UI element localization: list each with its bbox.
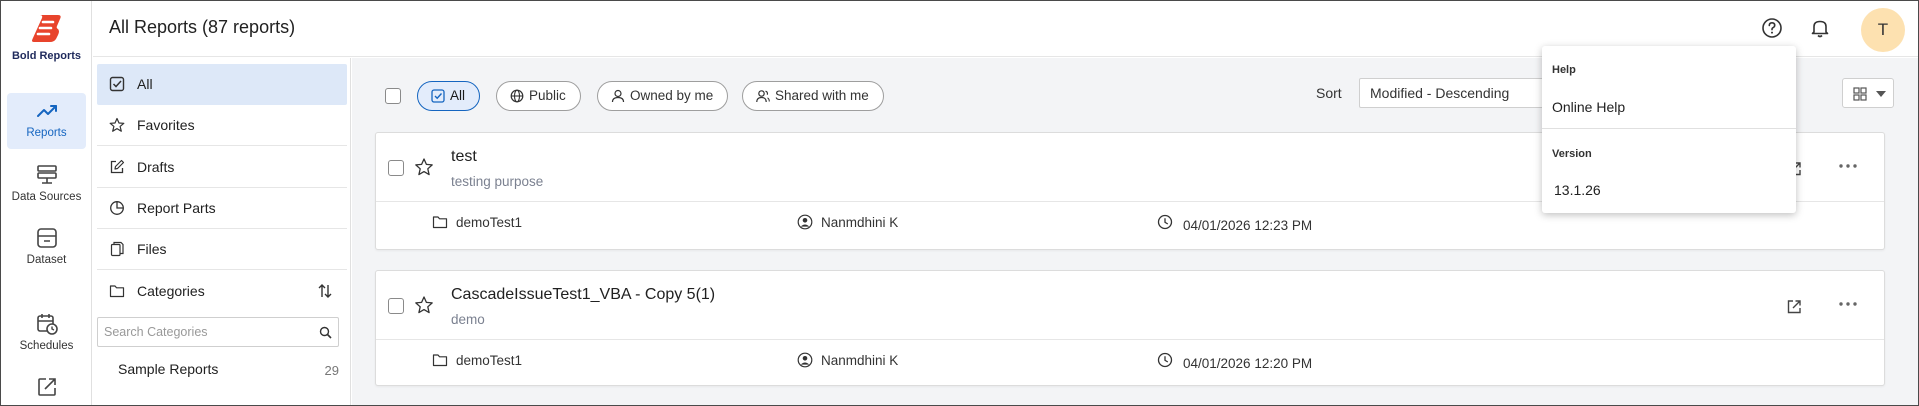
report-select-checkbox[interactable] bbox=[388, 160, 404, 176]
report-title[interactable]: test bbox=[451, 148, 477, 166]
sidebar-item-label: Favorites bbox=[137, 117, 195, 133]
files-icon bbox=[110, 241, 124, 257]
sidebar-item-drafts[interactable]: Drafts bbox=[97, 147, 347, 188]
folder-icon bbox=[432, 216, 448, 229]
report-card[interactable]: CascadeIssueTest1_VBA - Copy 5(1) demo d… bbox=[375, 270, 1885, 386]
favorite-star-icon[interactable] bbox=[414, 295, 434, 315]
user-avatar[interactable]: T bbox=[1861, 8, 1905, 52]
rail-item-label: Data Sources bbox=[11, 191, 82, 203]
folder-icon bbox=[109, 285, 125, 298]
sidebar-item-label: Files bbox=[137, 241, 167, 257]
folder-icon bbox=[432, 354, 448, 367]
sidebar-item-label: Report Parts bbox=[137, 200, 216, 216]
report-title[interactable]: CascadeIssueTest1_VBA - Copy 5(1) bbox=[451, 286, 715, 304]
online-help-link[interactable]: Online Help bbox=[1552, 99, 1625, 115]
more-options-icon[interactable] bbox=[1836, 295, 1860, 313]
schedules-icon bbox=[36, 314, 58, 335]
version-number: 13.1.26 bbox=[1554, 182, 1601, 198]
caret-down-icon bbox=[1876, 91, 1886, 97]
star-icon bbox=[109, 117, 125, 132]
view-toggle-dropdown[interactable] bbox=[1842, 78, 1894, 108]
user-icon bbox=[611, 89, 625, 103]
favorite-star-icon[interactable] bbox=[414, 157, 434, 177]
owner-name: Nanmdhini K bbox=[821, 353, 899, 368]
export-icon bbox=[37, 378, 56, 396]
rail-item-dataset[interactable]: Dataset bbox=[7, 220, 86, 276]
select-all-checkbox[interactable] bbox=[385, 88, 401, 104]
filter-chip-owned-by-me[interactable]: Owned by me bbox=[597, 81, 729, 111]
report-sidebar: All Favorites Drafts Report Parts Files … bbox=[93, 58, 351, 405]
app-window: Bold Reports Reports Data Sources Datase… bbox=[0, 0, 1919, 406]
filter-chip-all[interactable]: All bbox=[417, 81, 481, 111]
reports-trend-icon bbox=[36, 105, 57, 117]
modified-date: 04/01/2026 12:23 PM bbox=[1183, 218, 1313, 233]
data-sources-icon bbox=[36, 165, 57, 184]
rail-item-data-sources[interactable]: Data Sources bbox=[7, 157, 86, 213]
sidebar-item-label: Categories bbox=[137, 283, 205, 299]
report-description: demo bbox=[451, 312, 485, 327]
checkbox-icon bbox=[109, 76, 125, 92]
grid-view-icon bbox=[1853, 87, 1867, 101]
owner-name: Nanmdhini K bbox=[821, 215, 899, 230]
pie-chart-icon bbox=[110, 201, 124, 215]
rail-item-label: Dataset bbox=[26, 254, 67, 266]
users-icon bbox=[756, 90, 770, 103]
category-name: demoTest1 bbox=[456, 353, 523, 368]
rail-item-label: Schedules bbox=[19, 340, 74, 352]
chip-label: All bbox=[450, 88, 466, 103]
sidebar-item-favorites[interactable]: Favorites bbox=[97, 105, 347, 146]
chip-label: Owned by me bbox=[630, 88, 714, 103]
report-description: testing purpose bbox=[451, 174, 544, 189]
filter-chip-public[interactable]: Public bbox=[496, 81, 581, 111]
sidebar-item-label: Drafts bbox=[137, 159, 175, 175]
rail-item-label: Reports bbox=[26, 127, 67, 139]
category-name: Sample Reports bbox=[118, 361, 219, 377]
report-select-checkbox[interactable] bbox=[388, 298, 404, 314]
rail-item-export[interactable] bbox=[7, 369, 86, 405]
card-divider bbox=[376, 339, 1884, 340]
brand-name: Bold Reports bbox=[11, 50, 82, 62]
user-circle-icon bbox=[797, 214, 813, 230]
help-menu-popup: Help Online Help Version 13.1.26 bbox=[1542, 46, 1796, 213]
category-item-sample-reports[interactable]: Sample Reports 29 bbox=[97, 354, 347, 386]
user-circle-icon bbox=[797, 352, 813, 368]
page-title: All Reports (87 reports) bbox=[109, 17, 296, 37]
open-external-icon[interactable] bbox=[1785, 298, 1803, 316]
globe-icon bbox=[510, 89, 524, 103]
sidebar-item-files[interactable]: Files bbox=[97, 229, 347, 270]
sort-categories-icon[interactable] bbox=[316, 282, 334, 300]
checkbox-icon bbox=[431, 89, 445, 103]
clock-icon bbox=[1157, 352, 1173, 368]
help-heading: Help bbox=[1552, 64, 1576, 76]
help-icon[interactable] bbox=[1759, 15, 1785, 41]
chip-label: Public bbox=[529, 88, 566, 103]
sidebar-item-label: All bbox=[137, 76, 153, 92]
category-search-input[interactable] bbox=[104, 323, 304, 341]
notification-bell-icon[interactable] bbox=[1807, 15, 1833, 41]
category-name: demoTest1 bbox=[456, 215, 523, 230]
search-icon[interactable] bbox=[319, 326, 332, 339]
sort-label: Sort bbox=[1316, 85, 1342, 101]
dataset-icon bbox=[36, 228, 57, 248]
clock-icon bbox=[1157, 214, 1173, 230]
category-search-box bbox=[97, 317, 339, 347]
chip-label: Shared with me bbox=[775, 88, 869, 103]
category-count: 29 bbox=[324, 363, 339, 378]
rail-item-schedules[interactable]: Schedules bbox=[7, 306, 86, 362]
edit-icon bbox=[110, 159, 125, 174]
sidebar-item-categories[interactable]: Categories bbox=[97, 271, 347, 312]
menu-divider bbox=[1542, 128, 1796, 129]
sidebar-item-report-parts[interactable]: Report Parts bbox=[97, 188, 347, 229]
bold-reports-logo[interactable] bbox=[31, 13, 63, 43]
more-options-icon[interactable] bbox=[1836, 157, 1860, 175]
rail-item-reports[interactable]: Reports bbox=[7, 93, 86, 149]
filter-chip-shared-with-me[interactable]: Shared with me bbox=[742, 81, 884, 111]
nav-rail: Bold Reports Reports Data Sources Datase… bbox=[1, 1, 92, 405]
version-heading: Version bbox=[1552, 148, 1592, 160]
sidebar-item-all[interactable]: All bbox=[97, 64, 347, 105]
modified-date: 04/01/2026 12:20 PM bbox=[1183, 356, 1313, 371]
